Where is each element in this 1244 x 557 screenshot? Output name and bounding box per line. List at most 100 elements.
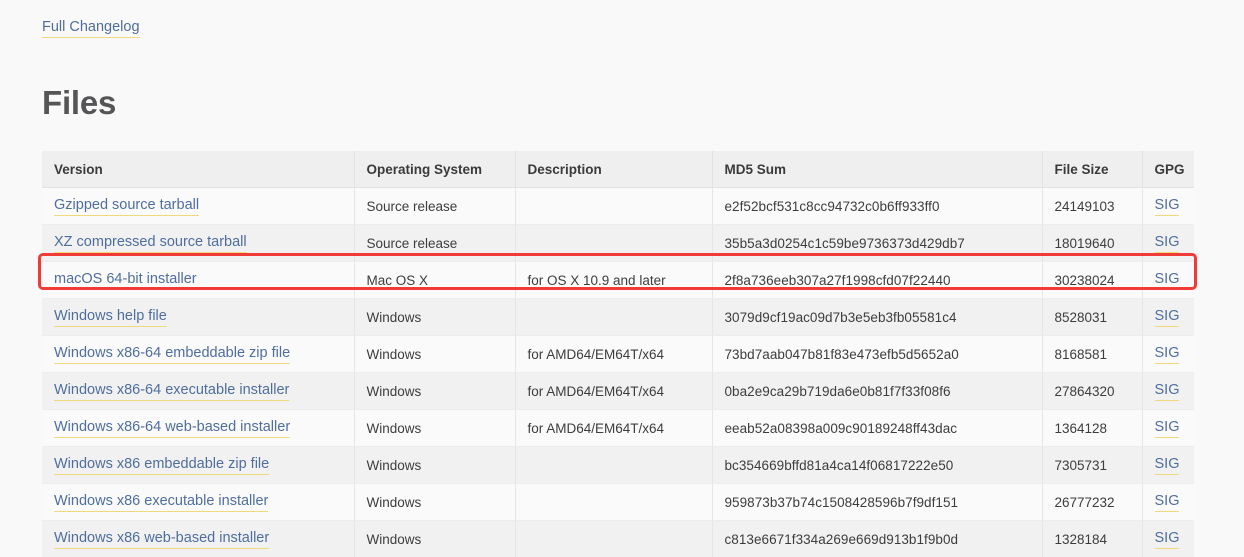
column-header-md5: MD5 Sum xyxy=(712,151,1042,188)
gpg-sig-link[interactable]: SIG xyxy=(1155,233,1180,253)
cell-description xyxy=(515,299,712,336)
full-changelog-link-wrap: Full Changelog xyxy=(42,18,140,38)
cell-md5-sum: 0ba2e9ca29b719da6e0b81f7f33f08f6 xyxy=(712,373,1042,410)
cell-md5-sum: 959873b37b74c1508428596b7f9df151 xyxy=(712,484,1042,521)
download-link[interactable]: Windows x86 embeddable zip file xyxy=(54,455,269,475)
table-row: XZ compressed source tarball Source relea… xyxy=(42,225,1194,262)
table-row: Windows x86 executable installerWindows9… xyxy=(42,484,1194,521)
cell-operating-system: Windows xyxy=(354,299,515,336)
cell-file-size: 8168581 xyxy=(1042,336,1142,373)
cell-description: for AMD64/EM64T/x64 xyxy=(515,410,712,447)
gpg-sig-link[interactable]: SIG xyxy=(1155,344,1180,364)
cell-gpg: SIG xyxy=(1142,299,1194,336)
table-header-row: Version Operating System Description MD5… xyxy=(42,151,1194,188)
download-link[interactable]: macOS 64-bit installer xyxy=(54,270,197,290)
column-header-os: Operating System xyxy=(354,151,515,188)
cell-operating-system: Source release xyxy=(354,188,515,225)
cell-version: Gzipped source tarball xyxy=(42,188,354,225)
gpg-sig-link[interactable]: SIG xyxy=(1155,455,1180,475)
cell-gpg: SIG xyxy=(1142,410,1194,447)
cell-description xyxy=(515,225,712,262)
cell-file-size: 8528031 xyxy=(1042,299,1142,336)
gpg-sig-link[interactable]: SIG xyxy=(1155,307,1180,327)
files-table: Version Operating System Description MD5… xyxy=(42,151,1194,557)
cell-file-size: 1328184 xyxy=(1042,521,1142,557)
full-changelog-link[interactable]: Full Changelog xyxy=(42,18,140,38)
download-link[interactable]: Gzipped source tarball xyxy=(54,196,199,216)
gpg-sig-link[interactable]: SIG xyxy=(1155,196,1180,216)
cell-gpg: SIG xyxy=(1142,188,1194,225)
cell-version: Windows x86-64 web-based installer xyxy=(42,410,354,447)
cell-version: Windows help file xyxy=(42,299,354,336)
cell-file-size: 26777232 xyxy=(1042,484,1142,521)
cell-description: for AMD64/EM64T/x64 xyxy=(515,373,712,410)
cell-version: Windows x86 executable installer xyxy=(42,484,354,521)
cell-md5-sum: e2f52bcf531c8cc94732c0b6ff933ff0 xyxy=(712,188,1042,225)
table-row: Windows x86 web-based installer Windows c8… xyxy=(42,521,1194,557)
cell-md5-sum: eeab52a08398a009c90189248ff43dac xyxy=(712,410,1042,447)
download-link[interactable]: XZ compressed source tarball xyxy=(54,233,247,253)
gpg-sig-link[interactable]: SIG xyxy=(1155,529,1180,549)
cell-operating-system: Windows xyxy=(354,521,515,557)
cell-file-size: 27864320 xyxy=(1042,373,1142,410)
download-link[interactable]: Windows x86-64 web-based installer xyxy=(54,418,290,438)
cell-operating-system: Windows xyxy=(354,447,515,484)
cell-gpg: SIG xyxy=(1142,521,1194,557)
cell-md5-sum: 3079d9cf19ac09d7b3e5eb3fb05581c4 xyxy=(712,299,1042,336)
cell-gpg: SIG xyxy=(1142,447,1194,484)
column-header-description: Description xyxy=(515,151,712,188)
gpg-sig-link[interactable]: SIG xyxy=(1155,381,1180,401)
cell-file-size: 24149103 xyxy=(1042,188,1142,225)
cell-operating-system: Windows xyxy=(354,336,515,373)
download-link[interactable]: Windows x86 web-based installer xyxy=(54,529,269,549)
cell-description xyxy=(515,521,712,557)
gpg-sig-link[interactable]: SIG xyxy=(1155,492,1180,512)
cell-operating-system: Source release xyxy=(354,225,515,262)
cell-version: Windows x86-64 embeddable zip file xyxy=(42,336,354,373)
cell-file-size: 18019640 xyxy=(1042,225,1142,262)
cell-gpg: SIG xyxy=(1142,484,1194,521)
downloads-files-page: Full Changelog Files Version Operating S… xyxy=(0,0,1244,538)
files-table-body: Gzipped source tarball Source release e2f5… xyxy=(42,188,1194,557)
cell-md5-sum: 73bd7aab047b81f83e473efb5d5652a0 xyxy=(712,336,1042,373)
cell-description: for OS X 10.9 and later xyxy=(515,262,712,299)
column-header-version: Version xyxy=(42,151,354,188)
cell-version: XZ compressed source tarball xyxy=(42,225,354,262)
gpg-sig-link[interactable]: SIG xyxy=(1155,418,1180,438)
table-row: Windows help file Windows 3079d9cf19ac09d7… xyxy=(42,299,1194,336)
cell-gpg: SIG xyxy=(1142,225,1194,262)
download-link[interactable]: Windows x86-64 embeddable zip file xyxy=(54,344,290,364)
cell-version: macOS 64-bit installer xyxy=(42,262,354,299)
cell-version: Windows x86 embeddable zip file xyxy=(42,447,354,484)
cell-md5-sum: 2f8a736eeb307a27f1998cfd07f22440 xyxy=(712,262,1042,299)
download-link[interactable]: Windows x86 executable installer xyxy=(54,492,268,512)
cell-operating-system: Mac OS X xyxy=(354,262,515,299)
table-row: Windows x86-64 embeddable zip file Window… xyxy=(42,336,1194,373)
cell-gpg: SIG xyxy=(1142,373,1194,410)
cell-version: Windows x86-64 executable installer xyxy=(42,373,354,410)
cell-gpg: SIG xyxy=(1142,262,1194,299)
table-row: macOS 64-bit installer Mac OS Xfor OS X 1… xyxy=(42,262,1194,299)
cell-md5-sum: 35b5a3d0254c1c59be9736373d429db7 xyxy=(712,225,1042,262)
cell-operating-system: Windows xyxy=(354,373,515,410)
cell-operating-system: Windows xyxy=(354,410,515,447)
cell-description: for AMD64/EM64T/x64 xyxy=(515,336,712,373)
files-table-head: Version Operating System Description MD5… xyxy=(42,151,1194,188)
download-link[interactable]: Windows x86-64 executable installer xyxy=(54,381,289,401)
cell-gpg: SIG xyxy=(1142,336,1194,373)
column-header-filesize: File Size xyxy=(1042,151,1142,188)
cell-description xyxy=(515,188,712,225)
column-header-gpg: GPG xyxy=(1142,151,1194,188)
cell-md5-sum: bc354669bffd81a4ca14f06817222e50 xyxy=(712,447,1042,484)
cell-md5-sum: c813e6671f334a269e669d913b1f9b0d xyxy=(712,521,1042,557)
cell-file-size: 1364128 xyxy=(1042,410,1142,447)
table-row: Windows x86 embeddable zip file Windows bc… xyxy=(42,447,1194,484)
table-row: Gzipped source tarball Source release e2f5… xyxy=(42,188,1194,225)
table-row: Windows x86-64 web-based installer Window… xyxy=(42,410,1194,447)
gpg-sig-link[interactable]: SIG xyxy=(1155,270,1180,290)
download-link[interactable]: Windows help file xyxy=(54,307,167,327)
files-table-wrap: Version Operating System Description MD5… xyxy=(42,151,1194,557)
cell-file-size: 7305731 xyxy=(1042,447,1142,484)
cell-file-size: 30238024 xyxy=(1042,262,1142,299)
page-title: Files xyxy=(42,83,116,123)
